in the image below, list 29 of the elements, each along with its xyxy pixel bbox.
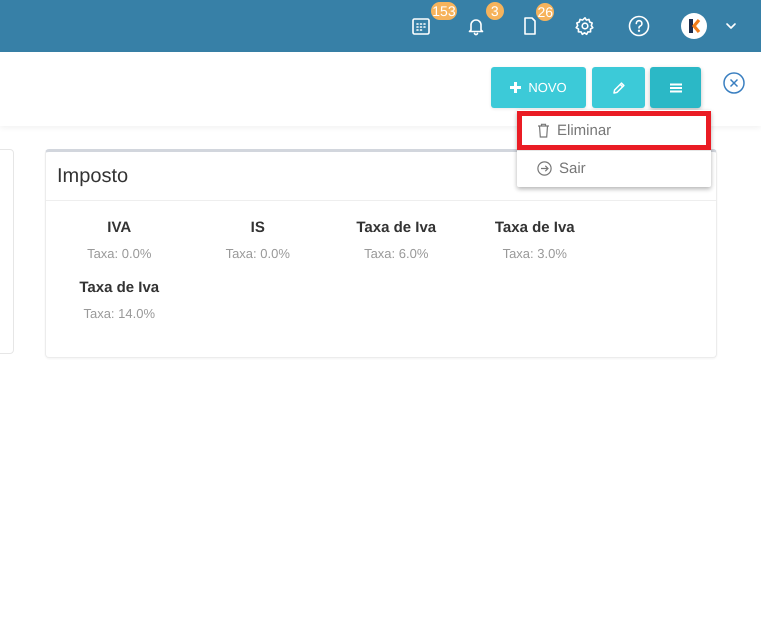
pencil-icon: [612, 80, 626, 94]
menu-item[interactable]: Eliminar: [517, 111, 711, 150]
bell-icon[interactable]: [466, 16, 486, 36]
arrow-circle-icon: [537, 161, 552, 176]
tax-name: Taxa de Iva: [79, 279, 160, 296]
tax-rate: Taxa: 0.0%: [87, 246, 152, 261]
settings-icon[interactable]: [574, 16, 595, 36]
tax-name: Taxa de Iva: [356, 219, 436, 236]
calendar-icon[interactable]: [411, 16, 432, 36]
count-badge: 26: [536, 3, 554, 21]
avatar-icon[interactable]: [680, 13, 707, 39]
tax-rate: Taxa: 6.0%: [364, 246, 428, 261]
close-icon[interactable]: [723, 72, 745, 94]
chevron-icon[interactable]: [725, 22, 737, 30]
help-icon[interactable]: [628, 15, 650, 37]
card-title: Imposto: [57, 164, 128, 188]
plus-icon: [510, 82, 522, 93]
menu-icon: [670, 82, 682, 92]
tax-rate: Taxa: 14.0%: [83, 306, 156, 321]
tax-name: Taxa de Iva: [494, 219, 575, 236]
tax-rate: Taxa: 0.0%: [226, 246, 290, 261]
count-badge: 153: [431, 2, 457, 20]
document-icon[interactable]: [524, 17, 536, 35]
trash-icon: [537, 123, 550, 138]
tax-name: IVA: [107, 219, 132, 236]
tax-name: IS: [250, 219, 265, 236]
count-badge: 3: [486, 2, 504, 20]
tax-rate: Taxa: 3.0%: [502, 246, 567, 261]
menu-button[interactable]: [650, 67, 701, 108]
